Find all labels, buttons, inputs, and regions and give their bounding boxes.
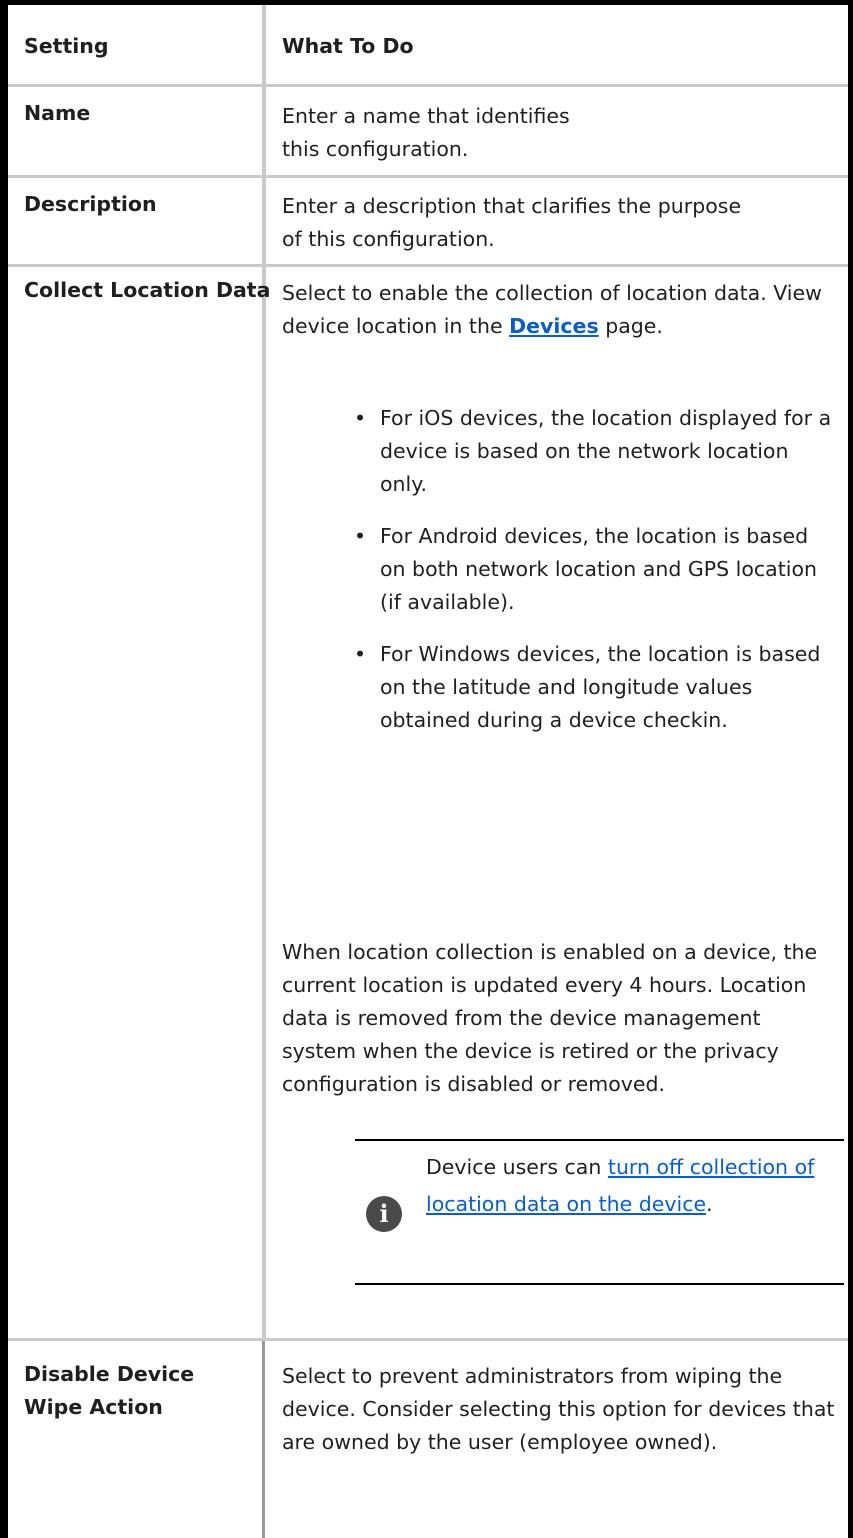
row-wipe-description: Select to prevent administrators from wi… bbox=[282, 1364, 835, 1454]
list-item: • For iOS devices, the location displayed… bbox=[354, 402, 834, 501]
row-name-description: Enter a name that identifies this config… bbox=[282, 104, 570, 161]
settings-table: Setting What To Do Name Enter a name tha… bbox=[0, 0, 853, 1538]
list-item: • For Android devices, the location is ba… bbox=[354, 520, 834, 619]
row-divider bbox=[8, 264, 848, 267]
header-setting: Setting bbox=[24, 34, 109, 58]
header-what-to-do: What To Do bbox=[282, 34, 414, 58]
bullet-icon: • bbox=[354, 406, 367, 430]
list-item: • For Windows devices, the location is ba… bbox=[354, 638, 834, 737]
table-left-border bbox=[0, 0, 8, 1538]
location-paragraph: When location collection is enabled on a… bbox=[282, 940, 818, 1096]
row-name-label: Name bbox=[24, 101, 91, 125]
row-divider bbox=[8, 1338, 848, 1341]
column-divider bbox=[262, 5, 266, 1338]
bullet-text: For iOS devices, the location displayed … bbox=[380, 406, 832, 496]
row-description-description: Enter a description that clarifies the p… bbox=[282, 194, 742, 251]
location-bullets: • For iOS devices, the location displayed… bbox=[354, 402, 834, 754]
info-icon: i bbox=[366, 1196, 402, 1232]
devices-link[interactable]: Devices bbox=[509, 314, 599, 338]
row-collect-intro: Select to enable the collection of locat… bbox=[282, 277, 842, 343]
note-bottom-rule bbox=[355, 1283, 844, 1285]
table-right-border bbox=[848, 0, 853, 1538]
row-wipe-label: Disable Device Wipe Action bbox=[24, 1362, 195, 1419]
note-text-end: . bbox=[706, 1192, 713, 1216]
bullet-icon: • bbox=[354, 642, 367, 666]
table-top-border bbox=[0, 0, 853, 5]
row-divider bbox=[8, 175, 848, 178]
note-top-rule bbox=[355, 1139, 844, 1141]
location-note: Device users can turn off collection of … bbox=[426, 1149, 844, 1223]
row-description-label: Description bbox=[24, 192, 157, 216]
bullet-text: For Windows devices, the location is bas… bbox=[380, 642, 821, 732]
bullet-text: For Android devices, the location is bas… bbox=[380, 524, 817, 614]
row-collect-label: Collect Location Data bbox=[24, 278, 271, 302]
note-text: Device users can bbox=[426, 1155, 602, 1179]
bullet-icon: • bbox=[354, 524, 367, 548]
row-divider bbox=[8, 84, 848, 87]
column-divider bbox=[262, 1340, 265, 1538]
intro-text-end: page. bbox=[605, 314, 663, 338]
